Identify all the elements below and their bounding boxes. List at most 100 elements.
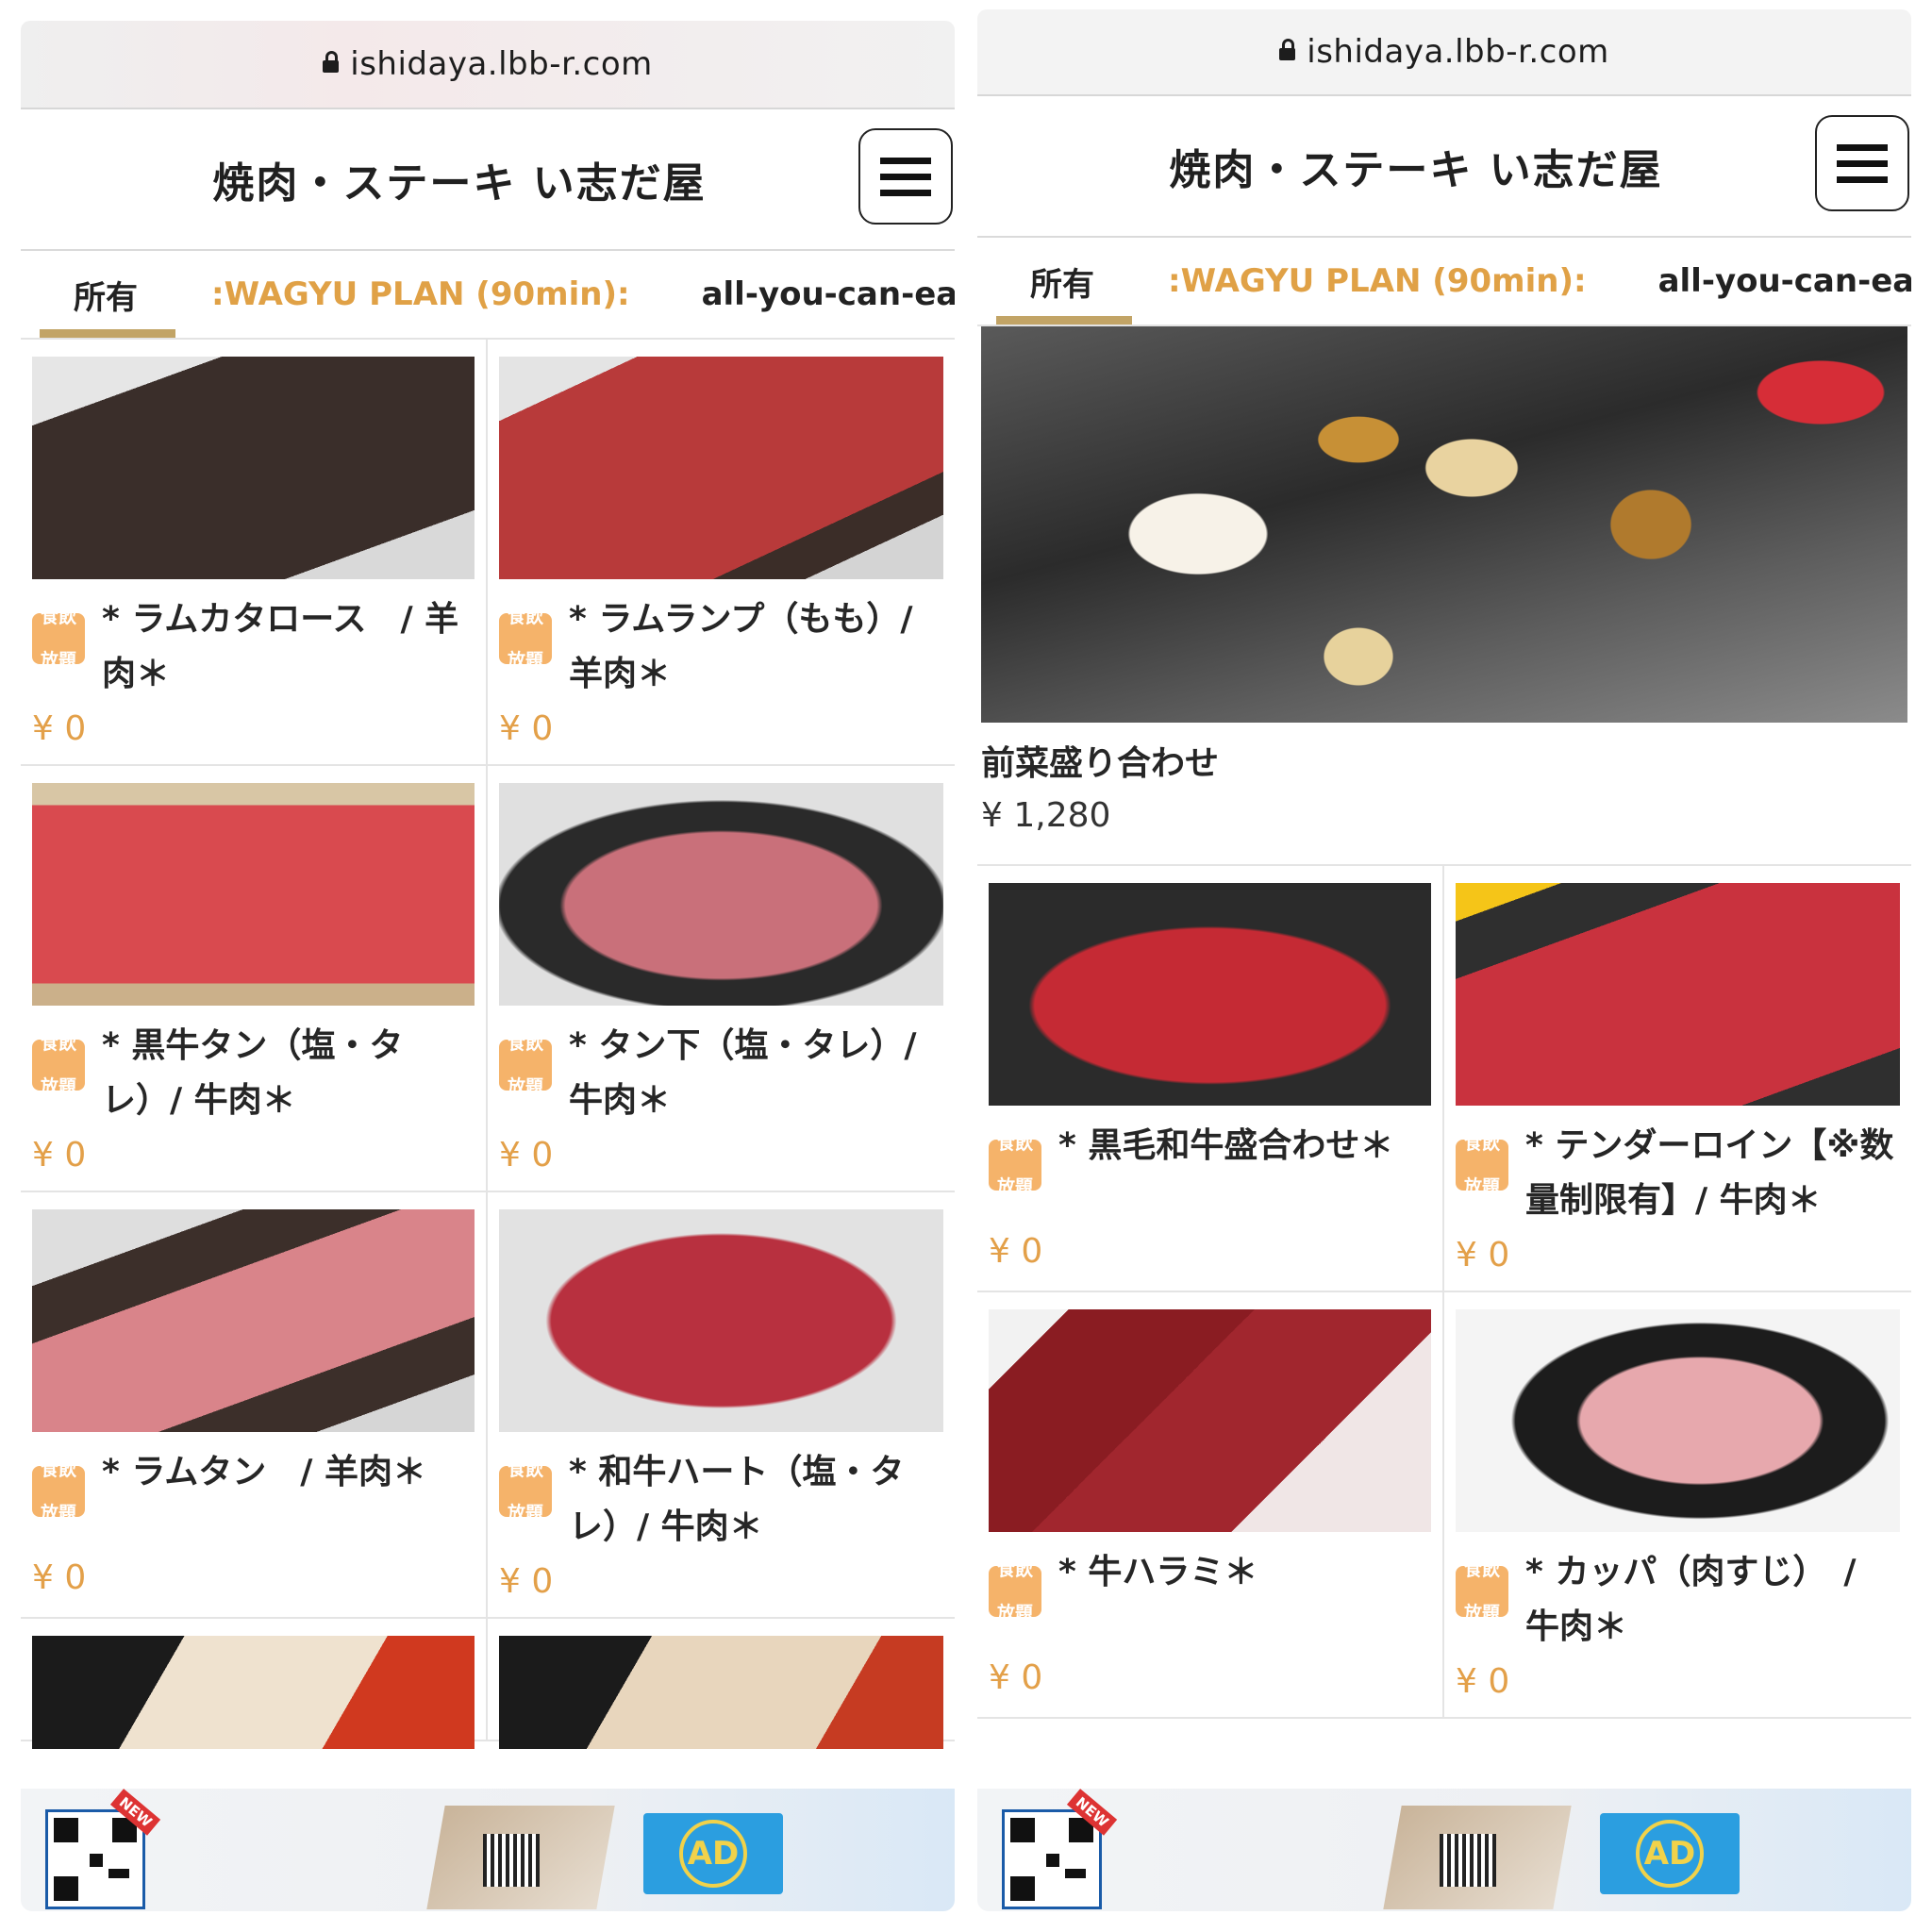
no-ads-icon[interactable]: AD	[1600, 1813, 1740, 1894]
list-item[interactable]: 食飲 放題 * カッパ（肉すじ） / 牛肉＊ ¥ 0	[1444, 1292, 1911, 1719]
list-item[interactable]: 食飲 放題 * 黒牛タン（塩・タレ）/ 牛肉＊ ¥ 0	[21, 766, 488, 1192]
tab-all[interactable]: 所有	[977, 238, 1132, 325]
item-name: * ラムカタロース / 羊肉＊	[102, 600, 459, 693]
menu-grid: 食飲 放題 * ラムカタロース / 羊肉＊ ¥ 0 食飲 放題 * ラムランプ（もも）/ 羊…	[21, 340, 955, 1619]
item-price: ¥ 0	[499, 709, 554, 748]
item-name-row: 食飲 放題 * ラムカタロース / 羊肉＊	[32, 592, 475, 702]
item-name: * 和牛ハート（塩・タレ）/ 牛肉＊	[569, 1453, 905, 1546]
food-image	[1456, 1309, 1900, 1532]
item-name-row: 食飲 放題 * タン下（塩・タレ）/ 牛肉＊	[499, 1019, 943, 1128]
list-item[interactable]: 食飲 放題 * 牛ハラミ＊ ¥ 0	[977, 1292, 1444, 1719]
address-bar[interactable]: ishidaya.lbb-r.com	[977, 9, 1911, 96]
ad-qr-image	[1440, 1834, 1496, 1887]
item-price: ¥ 0	[499, 1562, 554, 1601]
food-image	[32, 1209, 475, 1432]
food-image	[499, 783, 943, 1006]
item-price: ¥ 0	[989, 1232, 1043, 1271]
item-name: * 牛ハラミ＊	[1058, 1553, 1258, 1591]
item-price: ¥ 0	[32, 709, 87, 748]
url-text: ishidaya.lbb-r.com	[1307, 33, 1609, 71]
all-you-can-eat-badge: 食飲 放題	[1456, 1133, 1508, 1197]
item-name-row: 食飲 放題 * 牛ハラミ＊	[989, 1545, 1431, 1651]
category-tabs: 所有 :WAGYU PLAN (90min): all-you-can-eat …	[21, 251, 955, 340]
all-you-can-eat-badge: 食飲 放題	[1456, 1559, 1508, 1624]
list-item[interactable]: 食飲 放題 * ラムタン / 羊肉＊ ¥ 0	[21, 1192, 488, 1619]
tab-all-you-can-eat[interactable]: all-you-can-eat an	[666, 251, 955, 338]
item-name: * ラムランプ（もも）/ 羊肉＊	[569, 600, 913, 693]
category-tabs: 所有 :WAGYU PLAN (90min): all-you-can-eat …	[977, 238, 1911, 326]
lock-icon	[323, 50, 340, 73]
food-image	[499, 1636, 943, 1749]
all-you-can-eat-badge: 食飲 放題	[32, 1033, 85, 1097]
appetizer-image	[981, 326, 1907, 723]
food-image	[499, 357, 943, 579]
url-text: ishidaya.lbb-r.com	[350, 45, 653, 83]
list-item[interactable]	[21, 1619, 488, 1749]
no-ads-icon[interactable]: AD	[643, 1813, 783, 1894]
food-image	[32, 357, 475, 579]
list-item[interactable]: 食飲 放題 * タン下（塩・タレ）/ 牛肉＊ ¥ 0	[488, 766, 955, 1192]
ad-banner[interactable]: NEW AD	[21, 1789, 955, 1911]
list-item[interactable]: 食飲 放題 * 黒毛和牛盛合わせ＊ ¥ 0	[977, 866, 1444, 1292]
item-name: * テンダーロイン【※数量制限有】/ 牛肉＊	[1525, 1126, 1894, 1220]
item-price: ¥ 0	[1456, 1662, 1510, 1701]
all-you-can-eat-badge: 食飲 放題	[989, 1559, 1041, 1624]
item-name: * カッパ（肉すじ） / 牛肉＊	[1525, 1553, 1857, 1646]
item-name-row: 食飲 放題 * 黒毛和牛盛合わせ＊	[989, 1119, 1431, 1224]
food-image	[32, 1636, 475, 1749]
lock-icon	[1279, 38, 1296, 60]
tab-wagyu-plan[interactable]: :WAGYU PLAN (90min):	[1132, 238, 1623, 325]
left-screenshot: ishidaya.lbb-r.com 焼肉・ステーキ い志だ屋 所有 :WAGY…	[21, 21, 955, 1911]
address-bar[interactable]: ishidaya.lbb-r.com	[21, 21, 955, 109]
item-price: ¥ 0	[32, 1136, 87, 1174]
item-name-row: 食飲 放題 * ラムタン / 羊肉＊	[32, 1445, 475, 1551]
all-you-can-eat-badge: 食飲 放題	[499, 607, 552, 671]
item-name: * タン下（塩・タレ）/ 牛肉＊	[569, 1026, 917, 1120]
item-name-row: 食飲 放題 * ラムランプ（もも）/ 羊肉＊	[499, 592, 943, 702]
list-item[interactable]: 食飲 放題 * ラムランプ（もも）/ 羊肉＊ ¥ 0	[488, 340, 955, 766]
shop-title: 焼肉・ステーキ い志だ屋	[1169, 146, 1663, 194]
food-image	[32, 783, 475, 1006]
hamburger-menu-icon[interactable]	[1815, 115, 1909, 211]
list-item[interactable]: 食飲 放題 * ラムカタロース / 羊肉＊ ¥ 0	[21, 340, 488, 766]
list-item[interactable]	[488, 1619, 955, 1749]
item-name-row: 食飲 放題 * 和牛ハート（塩・タレ）/ 牛肉＊	[499, 1445, 943, 1555]
featured-item[interactable]: 前菜盛り合わせ ¥ 1,280	[977, 326, 1911, 866]
hamburger-menu-icon[interactable]	[858, 128, 953, 225]
menu-grid-partial	[21, 1619, 955, 1749]
food-image	[989, 1309, 1431, 1532]
all-you-can-eat-badge: 食飲 放題	[32, 607, 85, 671]
ad-banner[interactable]: NEW AD	[977, 1789, 1911, 1911]
item-name-row: 食飲 放題 * カッパ（肉すじ） / 牛肉＊	[1456, 1545, 1900, 1655]
item-name: * 黒毛和牛盛合わせ＊	[1058, 1126, 1394, 1165]
tab-wagyu-plan[interactable]: :WAGYU PLAN (90min):	[175, 251, 666, 338]
site-header: 焼肉・ステーキ い志だ屋	[21, 109, 955, 251]
item-price: ¥ 0	[499, 1136, 554, 1174]
item-name-row: 食飲 放題 * テンダーロイン【※数量制限有】/ 牛肉＊	[1456, 1119, 1900, 1228]
qr-code-icon	[45, 1809, 145, 1909]
all-you-can-eat-badge: 食飲 放題	[499, 1033, 552, 1097]
right-screenshot: ishidaya.lbb-r.com 焼肉・ステーキ い志だ屋 所有 :WAGY…	[977, 9, 1911, 1911]
food-image	[1456, 883, 1900, 1106]
tab-all[interactable]: 所有	[21, 251, 175, 338]
item-price: ¥ 0	[32, 1558, 87, 1597]
food-image	[499, 1209, 943, 1432]
ad-qr-image	[483, 1834, 540, 1887]
item-price: ¥ 0	[989, 1658, 1043, 1697]
tab-all-you-can-eat[interactable]: all-you-can-eat an	[1623, 238, 1911, 325]
list-item[interactable]: 食飲 放題 * テンダーロイン【※数量制限有】/ 牛肉＊ ¥ 0	[1444, 866, 1911, 1292]
item-name: * ラムタン / 羊肉＊	[102, 1453, 426, 1491]
qr-code-icon	[1002, 1809, 1102, 1909]
item-name: * 黒牛タン（塩・タレ）/ 牛肉＊	[102, 1026, 404, 1120]
item-name-row: 食飲 放題 * 黒牛タン（塩・タレ）/ 牛肉＊	[32, 1019, 475, 1128]
shop-title: 焼肉・ステーキ い志だ屋	[212, 159, 707, 208]
feature-item-price: ¥ 1,280	[981, 796, 1111, 835]
food-image	[989, 883, 1431, 1106]
list-item[interactable]: 食飲 放題 * 和牛ハート（塩・タレ）/ 牛肉＊ ¥ 0	[488, 1192, 955, 1619]
all-you-can-eat-badge: 食飲 放題	[32, 1459, 85, 1524]
feature-item-name: 前菜盛り合わせ	[981, 744, 1220, 783]
item-price: ¥ 0	[1456, 1236, 1510, 1274]
site-header: 焼肉・ステーキ い志だ屋	[977, 96, 1911, 238]
all-you-can-eat-badge: 食飲 放題	[499, 1459, 552, 1524]
all-you-can-eat-badge: 食飲 放題	[989, 1133, 1041, 1197]
